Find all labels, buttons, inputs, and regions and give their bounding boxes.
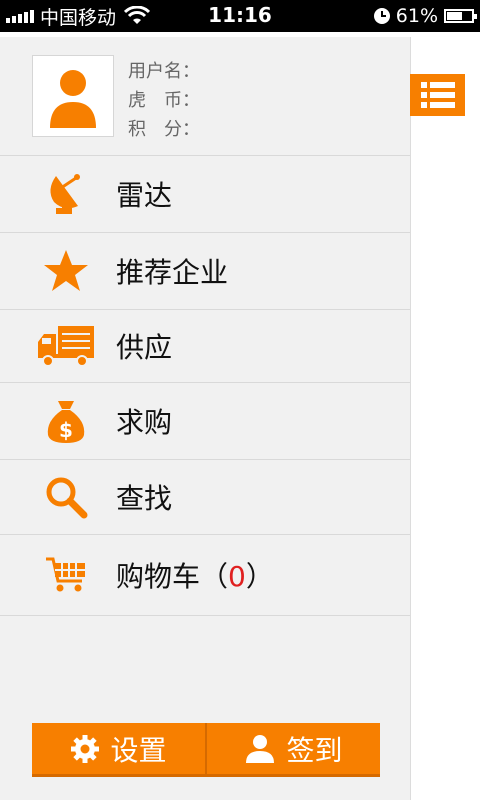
gear-icon: [71, 734, 100, 763]
checkin-label: 签到: [286, 733, 343, 767]
nav-menu: 雷达 推荐企业 供应 $ 求购 查找 购物车（0）: [0, 156, 410, 616]
menu-item-supply[interactable]: 供应: [0, 310, 410, 383]
side-drawer: 用户名： 虎 币： 积 分： 雷达 推荐企业 供应 $ 求购 查找 购物车（0）…: [0, 37, 411, 800]
battery-icon: [444, 9, 477, 23]
menu-label-supply: 供应: [116, 331, 173, 364]
user-icon: [246, 734, 275, 763]
menu-item-recommended[interactable]: 推荐企业: [0, 233, 410, 310]
cart-prefix: 购物车（: [116, 560, 229, 593]
status-right: 61%: [373, 4, 477, 28]
svg-text:$: $: [59, 418, 73, 442]
menu-label-purchase: 求购: [116, 406, 173, 439]
menu-label-recommended: 推荐企业: [116, 256, 229, 289]
cart-suffix: ）: [245, 560, 274, 593]
checkin-button[interactable]: 签到: [205, 723, 380, 777]
points-label: 积 分：: [128, 119, 200, 140]
settings-button[interactable]: 设置: [32, 723, 205, 777]
battery-percent: 61%: [395, 5, 438, 27]
radar-dish-icon: [36, 164, 96, 224]
status-bar: 中国移动 11:16 61%: [0, 0, 480, 32]
username-label: 用户名：: [128, 61, 200, 82]
search-icon: [36, 467, 96, 527]
star-icon: [36, 241, 96, 301]
cart-count: 0: [228, 560, 246, 593]
list-menu-icon: [420, 82, 455, 108]
menu-toggle-button[interactable]: [410, 74, 465, 116]
alarm-icon: [373, 8, 390, 24]
menu-item-cart[interactable]: 购物车（0）: [0, 535, 410, 616]
menu-label-radar: 雷达: [116, 179, 173, 212]
shopping-cart-icon: [36, 545, 96, 605]
money-bag-icon: $: [36, 391, 96, 451]
profile-section: 用户名： 虎 币： 积 分：: [0, 37, 410, 156]
menu-item-search[interactable]: 查找: [0, 460, 410, 535]
settings-label: 设置: [110, 733, 167, 767]
menu-item-purchase[interactable]: $ 求购: [0, 383, 410, 460]
bottom-actions: 设置 签到: [32, 723, 380, 777]
avatar[interactable]: [32, 55, 114, 137]
user-avatar-icon: [50, 70, 96, 128]
huobi-label: 虎 币：: [128, 90, 200, 111]
menu-label-search: 查找: [116, 482, 173, 515]
menu-item-radar[interactable]: 雷达: [0, 156, 410, 233]
profile-info: 用户名： 虎 币： 积 分：: [128, 57, 200, 144]
menu-label-cart: 购物车（0）: [116, 555, 274, 595]
truck-icon: [36, 316, 96, 376]
